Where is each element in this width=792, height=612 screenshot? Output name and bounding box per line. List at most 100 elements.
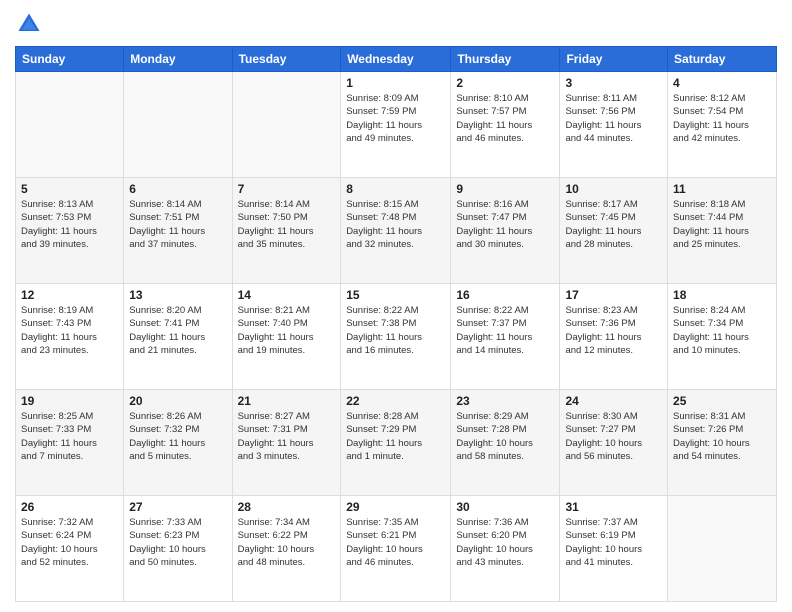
weekday-header: Monday bbox=[124, 47, 232, 72]
calendar-cell: 25 Sunrise: 8:31 AM Sunset: 7:26 PM Dayli… bbox=[668, 390, 777, 496]
calendar-week-row: 5 Sunrise: 8:13 AM Sunset: 7:53 PM Daylig… bbox=[16, 178, 777, 284]
day-number: 9 bbox=[456, 182, 554, 196]
calendar-cell: 28Sunrise: 7:34 AM Sunset: 6:22 PM Dayli… bbox=[232, 496, 341, 602]
calendar-cell: 2 Sunrise: 8:10 AM Sunset: 7:57 PM Daylig… bbox=[451, 72, 560, 178]
day-info: Sunrise: 8:17 AM Sunset: 7:45 PM Dayligh… bbox=[565, 198, 662, 251]
day-number: 13 bbox=[129, 288, 226, 302]
day-number: 6 bbox=[129, 182, 226, 196]
calendar-cell: 22 Sunrise: 8:28 AM Sunset: 7:29 PM Dayli… bbox=[341, 390, 451, 496]
calendar-week-row: 12 Sunrise: 8:19 AM Sunset: 7:43 PM Dayli… bbox=[16, 284, 777, 390]
day-info: Sunrise: 8:28 AM Sunset: 7:29 PM Dayligh… bbox=[346, 410, 445, 463]
day-info: Sunrise: 8:25 AM Sunset: 7:33 PM Dayligh… bbox=[21, 410, 118, 463]
day-number: 16 bbox=[456, 288, 554, 302]
day-info: Sunrise: 7:33 AM Sunset: 6:23 PM Dayligh… bbox=[129, 516, 226, 569]
day-info: Sunrise: 8:10 AM Sunset: 7:57 PM Dayligh… bbox=[456, 92, 554, 145]
weekday-header-row: SundayMondayTuesdayWednesdayThursdayFrid… bbox=[16, 47, 777, 72]
calendar-cell bbox=[232, 72, 341, 178]
day-info: Sunrise: 8:18 AM Sunset: 7:44 PM Dayligh… bbox=[673, 198, 771, 251]
day-info: Sunrise: 8:16 AM Sunset: 7:47 PM Dayligh… bbox=[456, 198, 554, 251]
calendar-cell: 4 Sunrise: 8:12 AM Sunset: 7:54 PM Daylig… bbox=[668, 72, 777, 178]
day-number: 3 bbox=[565, 76, 662, 90]
weekday-header: Thursday bbox=[451, 47, 560, 72]
day-info: Sunrise: 8:12 AM Sunset: 7:54 PM Dayligh… bbox=[673, 92, 771, 145]
day-number: 4 bbox=[673, 76, 771, 90]
day-number: 2 bbox=[456, 76, 554, 90]
day-info: Sunrise: 8:21 AM Sunset: 7:40 PM Dayligh… bbox=[238, 304, 336, 357]
calendar-cell: 18 Sunrise: 8:24 AM Sunset: 7:34 PM Dayli… bbox=[668, 284, 777, 390]
day-number: 5 bbox=[21, 182, 118, 196]
day-number: 19 bbox=[21, 394, 118, 408]
day-number: 12 bbox=[21, 288, 118, 302]
day-number: 17 bbox=[565, 288, 662, 302]
calendar-cell: 3 Sunrise: 8:11 AM Sunset: 7:56 PM Daylig… bbox=[560, 72, 668, 178]
day-number: 27 bbox=[129, 500, 226, 514]
day-number: 24 bbox=[565, 394, 662, 408]
calendar-cell: 16 Sunrise: 8:22 AM Sunset: 7:37 PM Dayli… bbox=[451, 284, 560, 390]
day-number: 25 bbox=[673, 394, 771, 408]
day-info: Sunrise: 8:13 AM Sunset: 7:53 PM Dayligh… bbox=[21, 198, 118, 251]
calendar-cell: 5 Sunrise: 8:13 AM Sunset: 7:53 PM Daylig… bbox=[16, 178, 124, 284]
day-info: Sunrise: 8:24 AM Sunset: 7:34 PM Dayligh… bbox=[673, 304, 771, 357]
day-info: Sunrise: 8:29 AM Sunset: 7:28 PM Dayligh… bbox=[456, 410, 554, 463]
day-info: Sunrise: 7:32 AM Sunset: 6:24 PM Dayligh… bbox=[21, 516, 118, 569]
calendar-cell: 26 Sunrise: 7:32 AM Sunset: 6:24 PM Dayli… bbox=[16, 496, 124, 602]
day-info: Sunrise: 8:27 AM Sunset: 7:31 PM Dayligh… bbox=[238, 410, 336, 463]
calendar-cell: 7Sunrise: 8:14 AM Sunset: 7:50 PM Daylig… bbox=[232, 178, 341, 284]
calendar-cell: 9 Sunrise: 8:16 AM Sunset: 7:47 PM Daylig… bbox=[451, 178, 560, 284]
calendar-week-row: 19 Sunrise: 8:25 AM Sunset: 7:33 PM Dayli… bbox=[16, 390, 777, 496]
calendar-cell bbox=[668, 496, 777, 602]
day-number: 21 bbox=[238, 394, 336, 408]
day-info: Sunrise: 7:37 AM Sunset: 6:19 PM Dayligh… bbox=[565, 516, 662, 569]
day-number: 23 bbox=[456, 394, 554, 408]
day-number: 22 bbox=[346, 394, 445, 408]
calendar-cell: 31 Sunrise: 7:37 AM Sunset: 6:19 PM Dayli… bbox=[560, 496, 668, 602]
day-info: Sunrise: 8:15 AM Sunset: 7:48 PM Dayligh… bbox=[346, 198, 445, 251]
calendar-cell: 13Sunrise: 8:20 AM Sunset: 7:41 PM Dayli… bbox=[124, 284, 232, 390]
calendar: SundayMondayTuesdayWednesdayThursdayFrid… bbox=[15, 46, 777, 602]
day-number: 30 bbox=[456, 500, 554, 514]
day-info: Sunrise: 8:31 AM Sunset: 7:26 PM Dayligh… bbox=[673, 410, 771, 463]
calendar-week-row: 26 Sunrise: 7:32 AM Sunset: 6:24 PM Dayli… bbox=[16, 496, 777, 602]
logo-icon bbox=[15, 10, 43, 38]
calendar-cell: 23 Sunrise: 8:29 AM Sunset: 7:28 PM Dayli… bbox=[451, 390, 560, 496]
weekday-header: Sunday bbox=[16, 47, 124, 72]
calendar-cell: 19 Sunrise: 8:25 AM Sunset: 7:33 PM Dayli… bbox=[16, 390, 124, 496]
day-number: 15 bbox=[346, 288, 445, 302]
calendar-cell: 8 Sunrise: 8:15 AM Sunset: 7:48 PM Daylig… bbox=[341, 178, 451, 284]
calendar-cell: 29Sunrise: 7:35 AM Sunset: 6:21 PM Dayli… bbox=[341, 496, 451, 602]
calendar-cell: 12 Sunrise: 8:19 AM Sunset: 7:43 PM Dayli… bbox=[16, 284, 124, 390]
day-number: 10 bbox=[565, 182, 662, 196]
calendar-cell: 15Sunrise: 8:22 AM Sunset: 7:38 PM Dayli… bbox=[341, 284, 451, 390]
calendar-cell: 24 Sunrise: 8:30 AM Sunset: 7:27 PM Dayli… bbox=[560, 390, 668, 496]
day-number: 18 bbox=[673, 288, 771, 302]
calendar-cell bbox=[124, 72, 232, 178]
calendar-cell bbox=[16, 72, 124, 178]
day-info: Sunrise: 8:22 AM Sunset: 7:37 PM Dayligh… bbox=[456, 304, 554, 357]
day-number: 14 bbox=[238, 288, 336, 302]
day-info: Sunrise: 8:19 AM Sunset: 7:43 PM Dayligh… bbox=[21, 304, 118, 357]
calendar-cell: 6 Sunrise: 8:14 AM Sunset: 7:51 PM Daylig… bbox=[124, 178, 232, 284]
day-number: 31 bbox=[565, 500, 662, 514]
day-info: Sunrise: 8:11 AM Sunset: 7:56 PM Dayligh… bbox=[565, 92, 662, 145]
day-info: Sunrise: 8:26 AM Sunset: 7:32 PM Dayligh… bbox=[129, 410, 226, 463]
calendar-cell: 10 Sunrise: 8:17 AM Sunset: 7:45 PM Dayli… bbox=[560, 178, 668, 284]
calendar-cell: 1Sunrise: 8:09 AM Sunset: 7:59 PM Daylig… bbox=[341, 72, 451, 178]
day-info: Sunrise: 7:36 AM Sunset: 6:20 PM Dayligh… bbox=[456, 516, 554, 569]
day-info: Sunrise: 8:30 AM Sunset: 7:27 PM Dayligh… bbox=[565, 410, 662, 463]
day-number: 11 bbox=[673, 182, 771, 196]
day-number: 8 bbox=[346, 182, 445, 196]
day-info: Sunrise: 8:14 AM Sunset: 7:51 PM Dayligh… bbox=[129, 198, 226, 251]
calendar-cell: 17Sunrise: 8:23 AM Sunset: 7:36 PM Dayli… bbox=[560, 284, 668, 390]
day-number: 26 bbox=[21, 500, 118, 514]
weekday-header: Tuesday bbox=[232, 47, 341, 72]
calendar-cell: 27 Sunrise: 7:33 AM Sunset: 6:23 PM Dayli… bbox=[124, 496, 232, 602]
day-number: 28 bbox=[238, 500, 336, 514]
weekday-header: Friday bbox=[560, 47, 668, 72]
page: SundayMondayTuesdayWednesdayThursdayFrid… bbox=[0, 0, 792, 612]
day-info: Sunrise: 7:35 AM Sunset: 6:21 PM Dayligh… bbox=[346, 516, 445, 569]
calendar-cell: 14 Sunrise: 8:21 AM Sunset: 7:40 PM Dayli… bbox=[232, 284, 341, 390]
calendar-cell: 30 Sunrise: 7:36 AM Sunset: 6:20 PM Dayli… bbox=[451, 496, 560, 602]
calendar-cell: 11 Sunrise: 8:18 AM Sunset: 7:44 PM Dayli… bbox=[668, 178, 777, 284]
header bbox=[15, 10, 777, 38]
calendar-cell: 20Sunrise: 8:26 AM Sunset: 7:32 PM Dayli… bbox=[124, 390, 232, 496]
